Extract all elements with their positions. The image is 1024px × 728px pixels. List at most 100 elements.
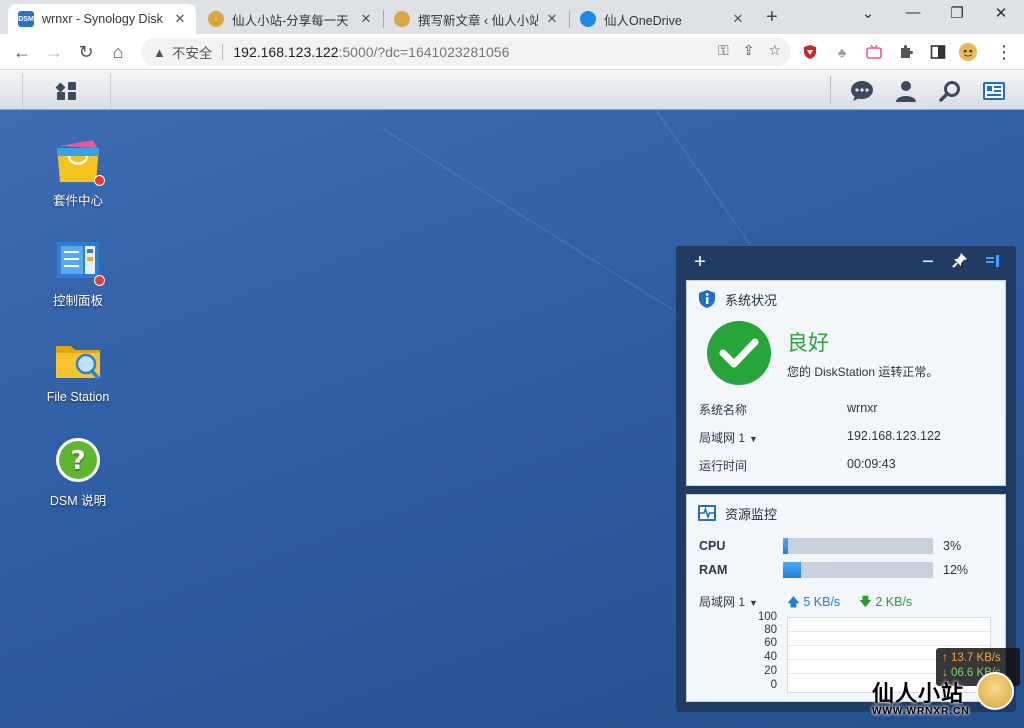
server-name-value: wrnxr <box>847 401 878 415</box>
desktop-icon-package-center[interactable]: 套件中心 <box>30 136 126 209</box>
browser-tab-strip: DSM wrnxr - Synology Disk ✕ 仙人小站-分享每一天 ✕… <box>0 0 1024 34</box>
close-icon[interactable]: ✕ <box>172 11 188 27</box>
chart-ytick: 60 <box>764 637 777 649</box>
desktop-icon-control-panel[interactable]: 控制面板 <box>30 236 126 309</box>
arrow-down-icon: 🡇 <box>859 595 872 609</box>
lan-selector[interactable]: 局域网 1 ▼ <box>699 429 758 446</box>
chart-ytick: 80 <box>764 624 777 636</box>
download-speed-value: 2 KB/s <box>875 595 913 609</box>
desktop-icon-label: 控制面板 <box>52 294 103 308</box>
chart-ytick: 20 <box>764 665 777 677</box>
shield-extension-icon[interactable] <box>800 42 820 62</box>
forward-arrow-icon[interactable]: → <box>42 40 66 64</box>
puzzle-gray-extension-icon[interactable]: ♣ <box>832 42 852 62</box>
security-label: 不安全 <box>171 46 213 61</box>
monitor-pulse-icon <box>698 505 716 521</box>
share-icon[interactable]: ⇪ <box>743 42 755 59</box>
dsm-favicon-icon: DSM <box>18 11 34 27</box>
profile-avatar[interactable] <box>958 42 978 62</box>
close-icon[interactable]: ✕ <box>358 11 374 27</box>
ram-usage-bar <box>783 562 933 578</box>
cpu-percent: 3% <box>943 539 962 553</box>
address-bar[interactable]: ▲ 不安全 192.168.123.122:5000/?dc=164102328… <box>141 38 791 66</box>
chat-bubble-icon[interactable] <box>850 79 874 103</box>
watermark: 仙人小站 WWW.WRNXR.CN <box>872 676 970 717</box>
system-health-title: 系统状况 <box>725 292 778 308</box>
omnibox-divider <box>222 44 224 60</box>
browser-toolbar: ← → ↻ ⌂ ▲ 不安全 192.168.123.122:5000/?dc=1… <box>0 34 1024 70</box>
uptime-value: 00:09:43 <box>847 457 896 471</box>
widget-title: 系统状况 <box>697 289 777 309</box>
notification-dot <box>94 175 105 186</box>
bookmark-star-icon[interactable]: ☆ <box>768 42 781 59</box>
main-menu-button[interactable] <box>22 73 111 108</box>
chart-ytick: 0 <box>770 679 777 691</box>
desktop-icon-file-station[interactable]: File Station <box>30 336 126 404</box>
tab-new-post[interactable]: 撰写新文章 ‹ 仙人小站 ✕ <box>384 4 568 34</box>
status-ok-icon <box>707 321 771 385</box>
collapse-panel-icon[interactable] <box>980 250 1004 274</box>
tab-title: 仙人小站-分享每一天 <box>232 13 349 28</box>
tab-xianren-home[interactable]: 仙人小站-分享每一天 ✕ <box>198 4 382 34</box>
widget-panel-header: + − <box>676 246 1016 278</box>
url-host: 192.168.123.122 <box>233 44 339 60</box>
url-path: :5000/?dc=1641023281056 <box>338 44 510 60</box>
pin-icon[interactable] <box>948 250 972 274</box>
cpu-label: CPU <box>699 539 726 553</box>
ram-label: RAM <box>699 563 728 577</box>
tab-title: 撰写新文章 ‹ 仙人小站 <box>418 13 538 28</box>
tab-title: 仙人OneDrive <box>604 13 682 28</box>
notification-dot <box>94 275 105 286</box>
warning-icon: ▲ <box>153 44 166 60</box>
overlay-upload-speed: ↑ 13.7 KB/s <box>942 652 1001 664</box>
close-icon[interactable]: ✕ <box>730 11 746 27</box>
chart-gridline <box>788 645 992 646</box>
bilibili-extension-icon[interactable] <box>864 42 884 62</box>
ram-usage-fill <box>783 562 801 578</box>
package-center-icon <box>53 136 105 186</box>
minimize-button[interactable]: — <box>890 4 936 21</box>
user-icon[interactable] <box>894 79 918 103</box>
widget-title: 资源监控 <box>697 503 777 523</box>
ram-percent: 12% <box>943 563 969 577</box>
watermark-title: 仙人小站 <box>872 681 965 706</box>
browser-menu-icon[interactable]: ⋮ <box>994 42 1014 62</box>
grid-menu-icon <box>55 81 76 100</box>
tab-dsm[interactable]: DSM wrnxr - Synology Disk ✕ <box>8 4 196 34</box>
uptime-label: 运行时间 <box>699 459 748 473</box>
desktop-icon-label: DSM 说明 <box>49 494 107 508</box>
widgets-toggle-icon[interactable] <box>982 79 1006 103</box>
site-favicon-icon <box>394 11 410 27</box>
upload-speed-value: 5 KB/s <box>803 595 841 609</box>
add-widget-button[interactable]: + <box>688 250 712 274</box>
server-name-label: 系统名称 <box>699 403 748 417</box>
new-tab-button[interactable]: + <box>766 6 778 29</box>
tab-search-chevron-icon[interactable]: ⌄ <box>845 4 891 22</box>
control-panel-icon <box>53 236 105 286</box>
key-icon[interactable]: ⚿ <box>718 42 729 59</box>
side-panel-icon[interactable] <box>928 42 948 62</box>
lan-label: 局域网 1 <box>699 431 746 445</box>
extensions-puzzle-icon[interactable] <box>896 42 916 62</box>
minimize-widgets-button[interactable]: − <box>916 250 940 274</box>
desktop-icon-dsm-help[interactable]: ? DSM 说明 <box>30 436 126 509</box>
chevron-down-icon: ▼ <box>749 434 758 444</box>
ip-address-value: 192.168.123.122 <box>847 429 941 443</box>
widget-panel: + − 系统状况 良好 您的 DiskStation 运转正常。 系统名称 wr… <box>676 246 1016 712</box>
svg-text:?: ? <box>70 446 85 476</box>
home-icon[interactable]: ⌂ <box>106 40 130 64</box>
reload-icon[interactable]: ↻ <box>74 40 98 64</box>
site-favicon-icon <box>208 11 224 27</box>
close-icon[interactable]: ✕ <box>544 11 560 27</box>
health-status: 良好 <box>787 332 829 355</box>
tab-onedrive[interactable]: 仙人OneDrive ✕ <box>570 4 754 34</box>
network-selector[interactable]: 局域网 1 ▼ <box>699 593 758 610</box>
search-icon[interactable] <box>938 79 962 103</box>
download-speed: 🡇 2 KB/s <box>859 593 912 614</box>
maximize-button[interactable]: ❐ <box>934 4 980 22</box>
back-arrow-icon[interactable]: ← <box>10 40 34 64</box>
resource-monitor-title: 资源监控 <box>725 506 778 522</box>
window-close-button[interactable]: ✕ <box>978 4 1024 22</box>
desktop-icon-label: File Station <box>46 390 110 404</box>
desktop-icon-label: 套件中心 <box>52 194 103 208</box>
